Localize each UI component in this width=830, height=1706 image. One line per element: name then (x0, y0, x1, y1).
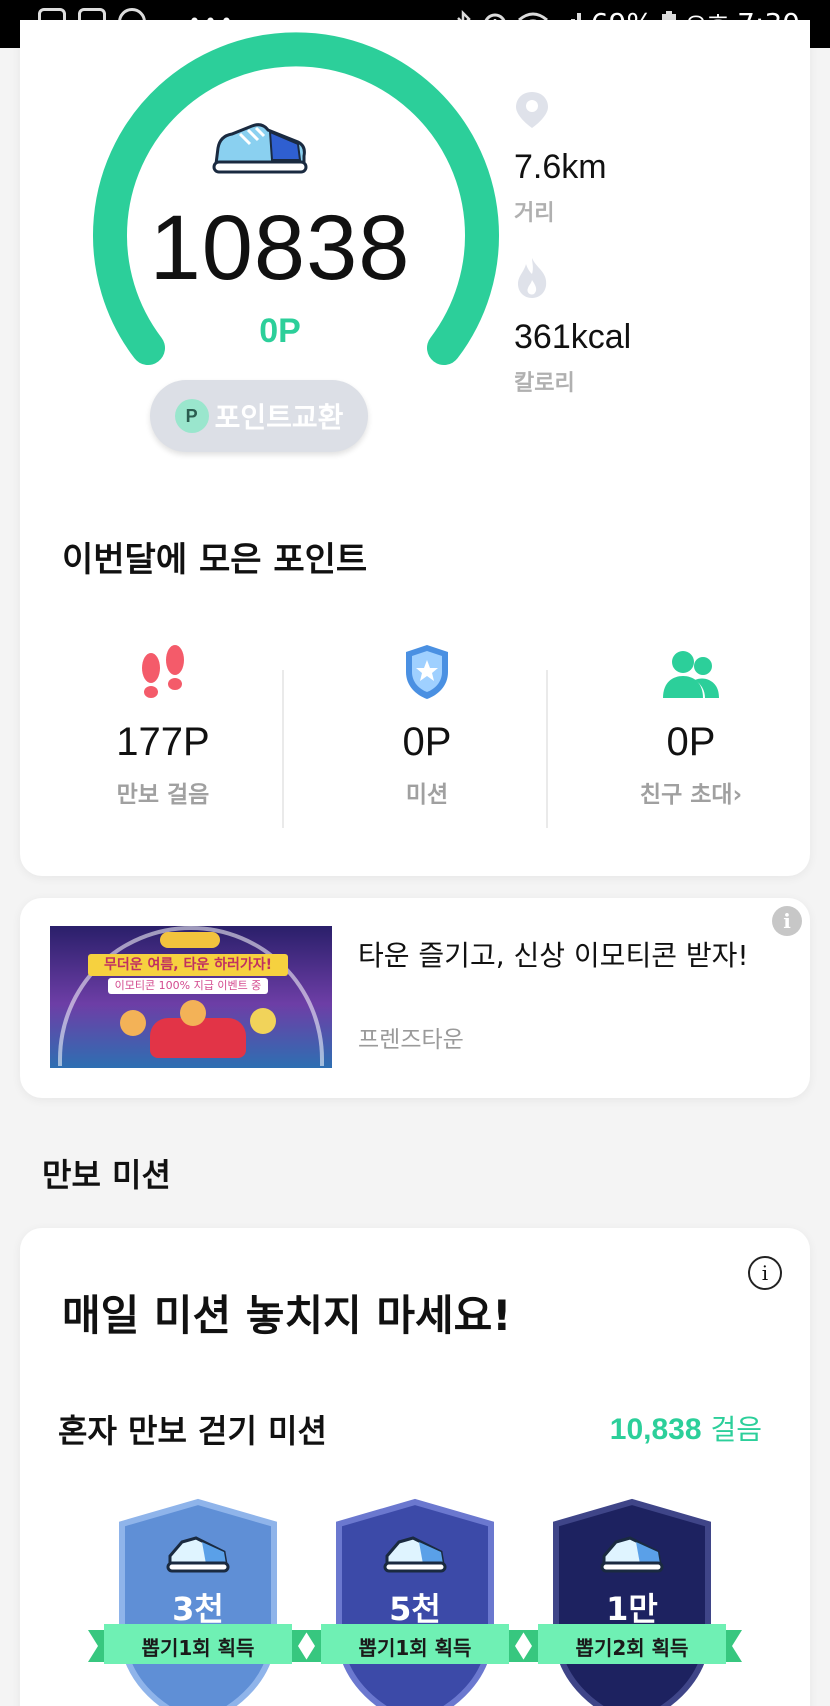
sneaker-icon (383, 1536, 447, 1573)
ad-image: 무더운 여름, 타운 하러가자! 이모티콘 100% 지급 이벤트 중 (50, 926, 332, 1068)
mission-step-number: 10,838 (609, 1413, 702, 1446)
footprints-icon (142, 645, 184, 698)
distance-label: 거리 (514, 201, 555, 226)
mission-card: i 매일 미션 놓치지 마세요! 혼자 만보 걷기 미션 10,838 걸음 3… (20, 1228, 810, 1706)
mission-step-count: 10,838 걸음 (610, 1408, 762, 1448)
mission-points: 0P 미션 (296, 638, 558, 809)
friends-icon (663, 651, 719, 698)
mission-points-value: 0P (402, 720, 452, 764)
sneaker-icon (166, 1536, 230, 1573)
invite-points-value: 0P (666, 720, 716, 764)
divider (282, 670, 284, 828)
walking-points-label: 만보 걸음 (116, 782, 210, 808)
location-pin-icon (516, 92, 548, 128)
walking-points-value: 177P (116, 720, 210, 764)
town-logo-shape (160, 932, 220, 948)
calorie-stat: 361kcal 칼로리 (514, 256, 631, 397)
monthly-points-title: 이번달에 모은 포인트 (62, 540, 368, 580)
character-illustration (180, 1000, 206, 1026)
ad-title: 타운 즐기고, 신상 이모티콘 받자! (358, 939, 749, 972)
mission-badge-10k[interactable]: 1만 뽑기2회 획득 (522, 1498, 742, 1706)
ad-banner[interactable]: 무더운 여름, 타운 하러가자! 이모티콘 100% 지급 이벤트 중 타운 즐… (20, 898, 810, 1098)
badge-reward: 뽑기1회 획득 (141, 1636, 255, 1660)
sneaker-icon (212, 123, 308, 174)
walking-points: 177P 만보 걸음 (32, 638, 294, 809)
step-count: 10838 (149, 197, 411, 299)
mission-points-label: 미션 (405, 782, 449, 808)
calorie-label: 칼로리 (514, 371, 575, 396)
mission-step-unit: 걸음 (710, 1413, 762, 1446)
mission-section-heading: 만보 미션 (42, 1156, 171, 1194)
mission-info-icon[interactable]: i (748, 1256, 782, 1290)
ad-image-subline: 이모티콘 100% 지급 이벤트 중 (108, 978, 268, 994)
invite-points[interactable]: 0P 친구 초대› (560, 638, 822, 809)
sneaker-icon (600, 1536, 664, 1573)
calorie-value: 361kcal (514, 318, 632, 356)
badge-reward: 뽑기2회 획득 (575, 1636, 689, 1660)
distance-stat: 7.6km 거리 (514, 90, 607, 227)
ad-image-headline: 무더운 여름, 타운 하러가자! (88, 954, 288, 976)
mission-badge-3k[interactable]: 3천 뽑기1회 획득 (88, 1498, 308, 1706)
chevron-right-icon: › (732, 782, 743, 808)
ad-info-icon[interactable]: i (772, 906, 802, 936)
distance-value: 7.6km (514, 148, 607, 186)
ad-sponsor: 프렌즈타운 (358, 1027, 464, 1053)
mission-card-title: 매일 미션 놓치지 마세요! (62, 1291, 512, 1340)
mission-badge-5k[interactable]: 5천 뽑기1회 획득 (305, 1498, 525, 1706)
badge-reward: 뽑기1회 획득 (358, 1636, 472, 1660)
point-exchange-button[interactable]: P 포인트교환 (150, 380, 368, 452)
flame-icon (518, 258, 547, 298)
divider (546, 670, 548, 828)
today-points: 0P (259, 312, 301, 350)
step-summary-card: 10838 0P P 포인트교환 7.6km 거리 361kcal 칼로리 이번… (20, 20, 810, 876)
point-icon: P (174, 399, 209, 433)
point-exchange-label: 포인트교환 (214, 401, 344, 434)
character-illustration (120, 1010, 146, 1036)
invite-points-label: 친구 초대› (639, 782, 743, 808)
character-illustration (250, 1008, 276, 1034)
shield-star-icon (406, 645, 448, 699)
solo-mission-title: 혼자 만보 걷기 미션 (58, 1412, 327, 1450)
